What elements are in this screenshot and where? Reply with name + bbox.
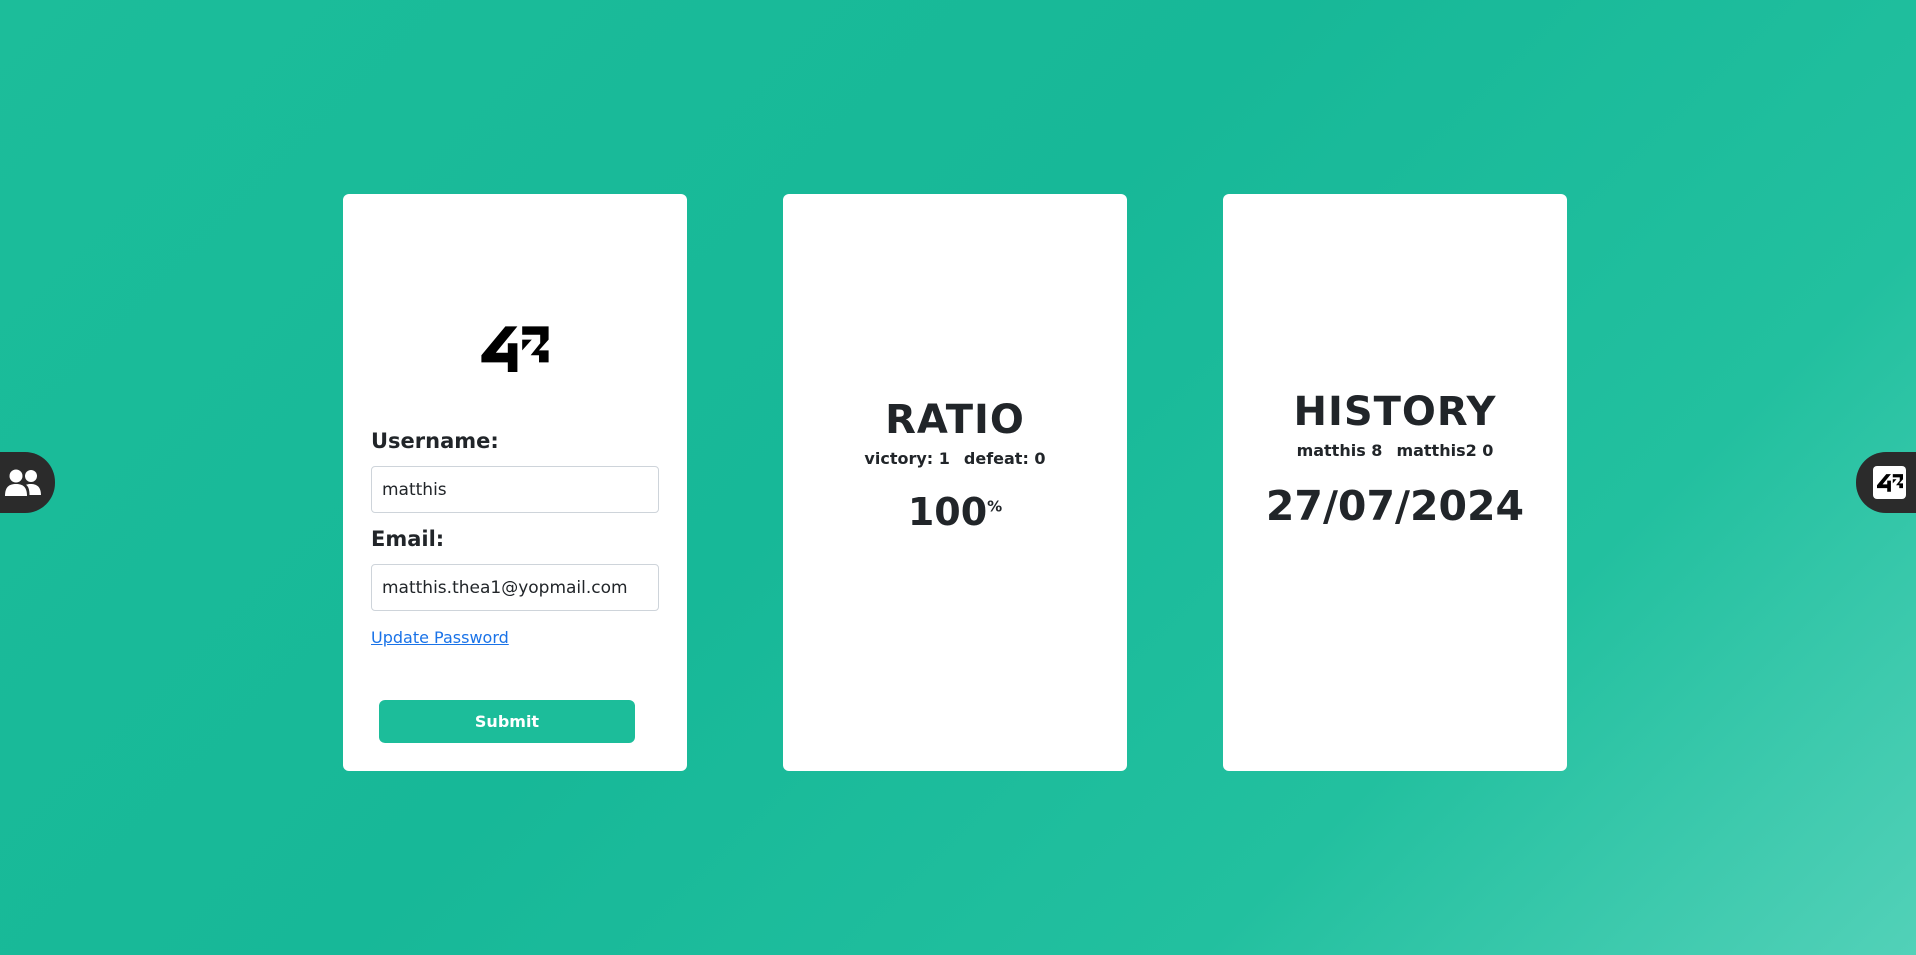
player2-score: matthis2 0 [1396, 441, 1494, 460]
submit-button[interactable]: Submit [379, 700, 635, 743]
username-input[interactable] [371, 466, 659, 513]
logo [343, 324, 687, 372]
history-card: HISTORY matthis 8 matthis2 0 27/07/2024 [1223, 194, 1567, 771]
history-title: HISTORY [1293, 389, 1497, 435]
42-logo-icon [1873, 466, 1906, 499]
42-tab-button[interactable] [1856, 452, 1916, 513]
win-percentage: 100% [783, 490, 1127, 534]
users-icon [4, 469, 41, 496]
friends-tab-button[interactable] [0, 452, 55, 513]
ratio-stats: victory: 1 defeat: 0 [783, 449, 1127, 468]
percent-sign: % [987, 497, 1003, 516]
42-logo-icon [481, 326, 549, 372]
win-percentage-value: 100 [907, 490, 988, 534]
match-score: matthis 8 matthis2 0 [1223, 441, 1567, 460]
update-password-link[interactable]: Update Password [371, 628, 509, 647]
email-label: Email: [371, 527, 445, 551]
ratio-card: RATIO victory: 1 defeat: 0 100% [783, 194, 1127, 771]
username-label: Username: [371, 429, 499, 453]
match-date: 27/07/2024 [1265, 482, 1525, 530]
defeat-count: defeat: 0 [963, 449, 1046, 468]
player1-score: matthis 8 [1296, 441, 1383, 460]
ratio-title: RATIO [885, 397, 1025, 443]
email-input[interactable] [371, 564, 659, 611]
victory-count: victory: 1 [864, 449, 950, 468]
profile-card: Username: Email: Update Password Submit [343, 194, 687, 771]
